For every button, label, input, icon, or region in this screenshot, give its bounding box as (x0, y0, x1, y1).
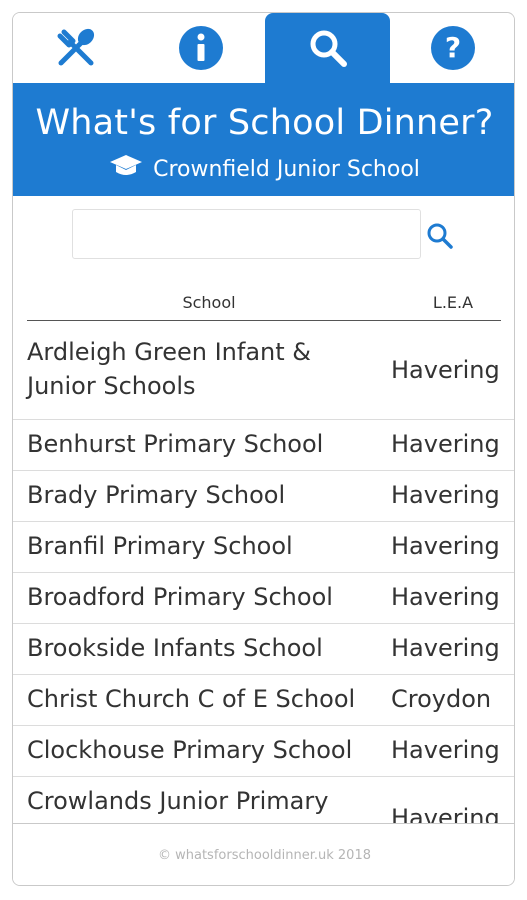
table-header: School L.E.A (27, 289, 501, 321)
school-name-cell: Christ Church C of E School (27, 685, 356, 713)
copyright-text: © whatsforschooldinner.uk 2018 (157, 848, 371, 863)
table-row[interactable]: Brady Primary School Havering (13, 471, 514, 522)
school-name: Crownfield Junior School (153, 156, 420, 182)
svg-text:?: ? (444, 31, 460, 64)
table-row[interactable]: Ardleigh Green Infant & Junior Schools H… (13, 323, 514, 420)
school-name-cell: Brookside Infants School (27, 634, 323, 662)
graduation-cap-icon (109, 153, 143, 185)
info-icon (178, 25, 224, 71)
tab-search[interactable] (265, 13, 390, 83)
table-row[interactable]: Christ Church C of E School Croydon (13, 675, 514, 726)
search-icon (307, 27, 349, 69)
lea-cell: Havering (391, 481, 500, 509)
lea-cell: Havering (391, 430, 500, 458)
search-button[interactable] (425, 221, 455, 251)
table-row[interactable]: Crowlands Junior Primary Havering (13, 777, 514, 823)
school-list[interactable]: Ardleigh Green Infant & Junior Schools H… (13, 323, 514, 823)
school-name-cell: Clockhouse Primary School (27, 736, 353, 764)
tab-info[interactable] (138, 13, 263, 83)
lea-cell: Havering (391, 532, 500, 560)
school-name-cell: Brady Primary School (27, 481, 286, 509)
app-frame: ? What's for School Dinner? Crownfield J… (12, 12, 515, 886)
school-name-cell: Branfil Primary School (27, 532, 293, 560)
tab-help[interactable]: ? (390, 13, 514, 83)
school-name-cell: Benhurst Primary School (27, 430, 324, 458)
lea-cell: Havering (391, 356, 500, 384)
help-icon: ? (430, 25, 476, 71)
header-banner: What's for School Dinner? Crownfield Jun… (13, 83, 514, 196)
search-icon (427, 223, 453, 249)
lea-cell: Havering (391, 634, 500, 662)
column-header-lea[interactable]: L.E.A (405, 293, 501, 312)
app-title: What's for School Dinner? (35, 103, 494, 143)
current-school: Crownfield Junior School (13, 153, 514, 185)
tab-menu[interactable] (13, 13, 138, 83)
school-name-cell: Crowlands Junior Primary (27, 787, 329, 815)
search-input[interactable] (72, 209, 421, 259)
school-name-cell: Ardleigh Green Infant & Junior Schools (27, 338, 311, 400)
table-row[interactable]: Clockhouse Primary School Havering (13, 726, 514, 777)
lea-cell: Havering (391, 583, 500, 611)
table-row[interactable]: Branfil Primary School Havering (13, 522, 514, 573)
table-row[interactable]: Brookside Infants School Havering (13, 624, 514, 675)
table-row[interactable]: Benhurst Primary School Havering (13, 420, 514, 471)
column-header-school[interactable]: School (27, 293, 391, 312)
lea-cell: Havering (391, 804, 500, 823)
lea-cell: Havering (391, 736, 500, 764)
footer: © whatsforschooldinner.uk 2018 (13, 823, 514, 885)
cutlery-icon (54, 26, 98, 70)
lea-cell: Croydon (391, 685, 492, 713)
tab-bar: ? (13, 13, 514, 83)
school-name-cell: Broadford Primary School (27, 583, 333, 611)
table-row[interactable]: Broadford Primary School Havering (13, 573, 514, 624)
